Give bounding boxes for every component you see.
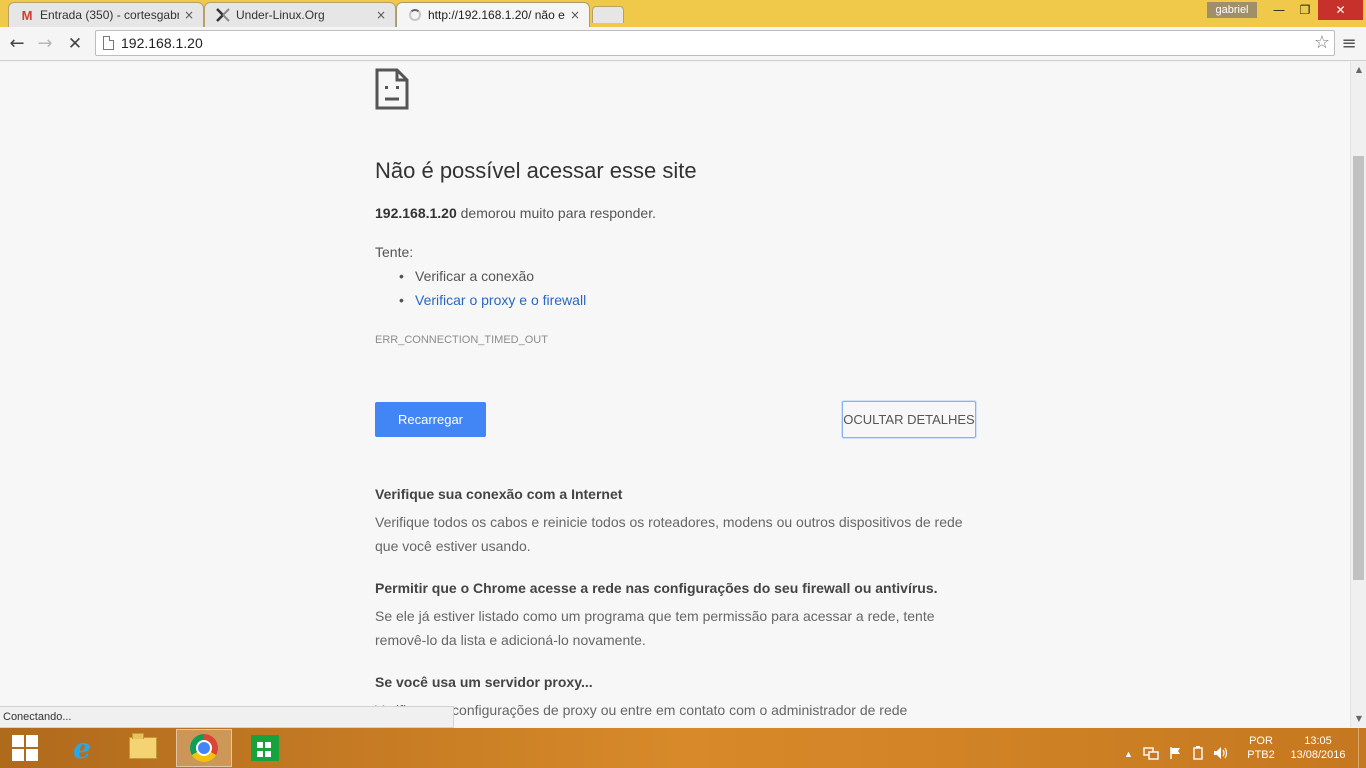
- suggestion-list: Verificar a conexão Verificar o proxy e …: [397, 268, 586, 316]
- start-button[interactable]: [0, 729, 50, 767]
- bookmark-star-icon[interactable]: ☆: [1314, 32, 1330, 53]
- page-content: Não é possível acessar esse site 192.168…: [0, 62, 1350, 727]
- detail-text-firewall: Se ele já estiver listado como um progra…: [375, 608, 935, 648]
- battery-icon[interactable]: [1193, 745, 1203, 763]
- language-indicator[interactable]: POR PTB2: [1245, 728, 1277, 768]
- clock-date: 13/08/2016: [1290, 749, 1346, 761]
- clock-time: 13:05: [1304, 735, 1332, 747]
- store-icon: [251, 735, 279, 761]
- suggestion-check-proxy-firewall[interactable]: Verificar o proxy e o firewall: [397, 292, 586, 316]
- hide-details-button[interactable]: OCULTAR DETALHES: [842, 401, 976, 438]
- restore-button[interactable]: ❐: [1292, 0, 1318, 20]
- close-tab-icon[interactable]: ×: [183, 8, 195, 22]
- reload-button[interactable]: Recarregar: [375, 402, 486, 437]
- new-tab-button[interactable]: [592, 6, 624, 23]
- detail-heading-proxy: Se você usa um servidor proxy...: [375, 674, 593, 690]
- file-explorer-icon: [129, 733, 157, 759]
- tab-gmail[interactable]: M Entrada (350) - cortesgabriel ×: [8, 2, 204, 27]
- chrome-icon: [190, 734, 218, 762]
- page-icon: [103, 36, 114, 50]
- windows-logo-icon: [12, 735, 38, 761]
- tab-title: Under-Linux.Org: [236, 8, 325, 22]
- show-desktop-button[interactable]: [1358, 728, 1366, 768]
- address-bar[interactable]: 192.168.1.20 ☆: [95, 30, 1335, 56]
- error-message: 192.168.1.20 demorou muito para responde…: [375, 205, 656, 221]
- loading-spinner-icon: [407, 7, 423, 23]
- detail-heading-firewall: Permitir que o Chrome acesse a rede nas …: [375, 580, 938, 596]
- action-center-flag-icon[interactable]: [1169, 746, 1183, 763]
- system-tray: ▲: [1124, 728, 1229, 768]
- tab-active-192-168-1-20[interactable]: http://192.168.1.20/ não está ×: [396, 2, 590, 27]
- detail-text-connection: Verifique todos os cabos e reinicie todo…: [375, 514, 963, 554]
- close-window-button[interactable]: ✕: [1318, 0, 1363, 20]
- tab-under-linux[interactable]: Under-Linux.Org ×: [204, 2, 396, 27]
- scrollbar-thumb[interactable]: [1353, 156, 1364, 580]
- tab-title: http://192.168.1.20/ não está: [428, 8, 565, 22]
- clock[interactable]: 13:05 13/08/2016: [1286, 728, 1350, 768]
- sad-page-icon: [375, 68, 409, 110]
- error-message-text: demorou muito para responder.: [456, 205, 656, 221]
- chrome-menu-button[interactable]: ≡: [1339, 32, 1359, 56]
- close-tab-icon[interactable]: ×: [375, 8, 387, 22]
- detail-text-proxy: Verifique as configurações de proxy ou e…: [375, 702, 908, 718]
- taskbar-internet-explorer[interactable]: e: [54, 729, 110, 767]
- internet-explorer-icon: e: [73, 731, 91, 765]
- forward-button[interactable]: →: [33, 32, 57, 56]
- browser-toolbar: ← → ✕ 192.168.1.20 ☆ ≡: [0, 27, 1366, 61]
- gmail-icon: M: [21, 7, 33, 23]
- error-title: Não é possível acessar esse site: [375, 158, 697, 183]
- scroll-down-icon[interactable]: ▼: [1351, 711, 1366, 727]
- taskbar-store[interactable]: [237, 729, 293, 767]
- page-scrollbar[interactable]: ▲ ▼: [1350, 62, 1366, 727]
- stop-loading-button[interactable]: ✕: [63, 32, 87, 56]
- taskbar-file-explorer[interactable]: [115, 729, 171, 767]
- title-bar: M Entrada (350) - cortesgabriel × Under-…: [0, 0, 1366, 27]
- suggestion-check-connection: Verificar a conexão: [397, 268, 586, 292]
- address-text[interactable]: 192.168.1.20: [121, 35, 203, 51]
- back-button[interactable]: ←: [5, 32, 29, 56]
- detail-heading-connection: Verifique sua conexão com a Internet: [375, 486, 623, 502]
- windows-taskbar: e ▲ POR PTB2 13:05 13/08/2016: [0, 728, 1366, 768]
- network-icon[interactable]: [1143, 746, 1159, 763]
- close-tab-icon[interactable]: ×: [569, 8, 581, 22]
- error-code: ERR_CONNECTION_TIMED_OUT: [375, 334, 548, 346]
- tab-title: Entrada (350) - cortesgabriel: [40, 8, 179, 22]
- try-label: Tente:: [375, 244, 414, 260]
- scroll-up-icon[interactable]: ▲: [1351, 62, 1366, 78]
- taskbar-chrome[interactable]: [176, 729, 232, 767]
- under-linux-icon: [215, 7, 231, 23]
- volume-icon[interactable]: [1213, 746, 1229, 763]
- minimize-button[interactable]: —: [1266, 0, 1292, 20]
- show-hidden-icons-chevron[interactable]: ▲: [1124, 749, 1133, 759]
- profile-button[interactable]: gabriel: [1207, 2, 1257, 18]
- error-host: 192.168.1.20: [375, 205, 457, 221]
- status-bubble: Conectando...: [0, 706, 454, 728]
